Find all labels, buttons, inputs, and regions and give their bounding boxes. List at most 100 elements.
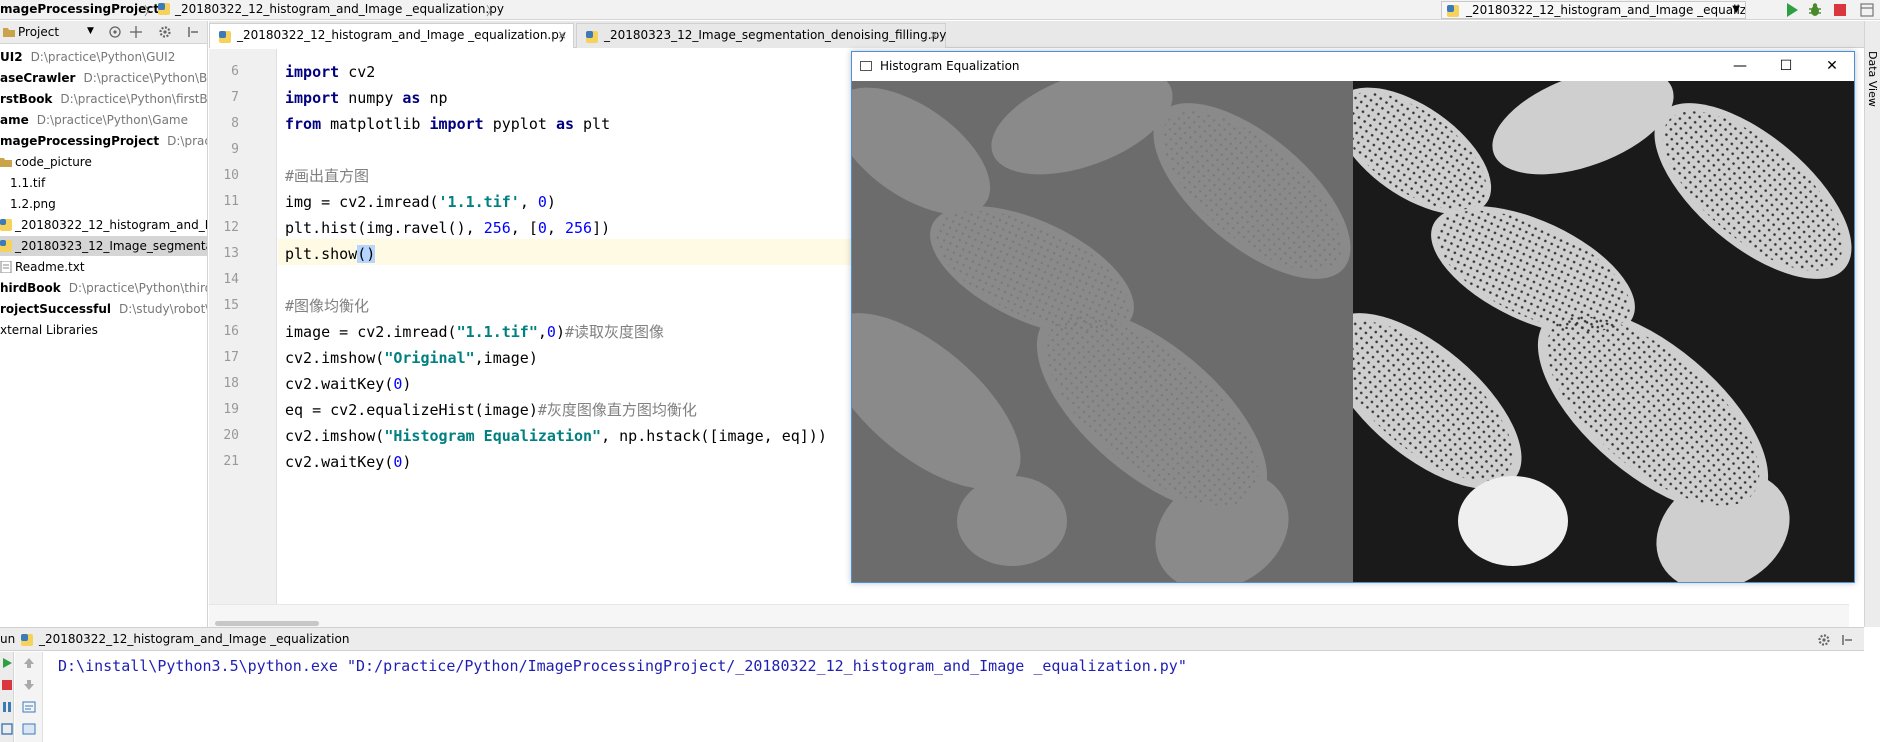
code-line: import numpy as np [285,89,448,107]
equalized-image [1324,67,1854,591]
line-number-gutter: 6 7 8 9 10 11 12 13 14 15 16 17 18 19 20… [209,49,277,627]
tree-item[interactable]: ame D:\practice\Python\Game [0,110,188,130]
gear-icon[interactable] [1817,633,1831,650]
python-file-icon [157,2,171,19]
scrollbar-thumb[interactable] [215,621,319,626]
collapse-icon[interactable] [129,25,143,39]
tab-label: _20180323_12_Image_segmentation_denoisin… [604,28,947,42]
breadcrumb-project[interactable]: mageProcessingProject [0,2,159,16]
print-icon[interactable] [22,722,36,736]
code-line: cv2.waitKey(0) [285,453,412,471]
horizontal-scrollbar[interactable] [209,604,1849,627]
code-line: plt.show() [285,245,376,263]
code-line: plt.hist(img.ravel(), 256, [0, 256]) [285,219,611,237]
python-file-icon [0,217,12,231]
arrow-down-icon[interactable] [22,678,36,692]
image-canvas [823,67,1854,591]
line-number: 6 [231,64,239,79]
project-panel-header: Project ▼ [0,21,207,44]
soft-wrap-icon[interactable] [22,700,36,714]
code-line: #画出直方图 [285,167,370,185]
hide-panel-icon[interactable] [1840,633,1854,650]
python-file-icon [20,633,34,650]
tree-item[interactable]: 1.2.png [10,194,56,214]
tree-item[interactable]: rstBook D:\practice\Python\firstBoo [0,89,207,109]
line-number: 16 [223,324,239,339]
arrow-up-icon[interactable] [22,656,36,670]
target-icon[interactable] [108,25,122,39]
run-configuration-select[interactable]: _20180322_12_histogram_and_Image _equali… [1441,1,1746,19]
tree-item[interactable]: xternal Libraries [0,320,98,340]
data-view-tab[interactable]: Data View [1866,51,1879,107]
breadcrumb-file[interactable]: _20180322_12_histogram_and_Image _equali… [175,2,504,16]
editor-tabs: _20180322_12_histogram_and_Image _equali… [209,21,1880,48]
pause-icon[interactable] [0,700,14,714]
python-file-icon [0,238,12,252]
window-title: Histogram Equalization [880,59,1020,73]
breadcrumb-separator: 〉 [144,4,157,18]
debug-icon[interactable] [1807,2,1823,18]
line-number: 9 [231,142,239,157]
line-number: 21 [223,454,239,469]
hide-panel-icon[interactable] [186,25,200,39]
layout-icon[interactable] [0,722,14,736]
line-number: 15 [223,298,239,313]
tree-item[interactable]: hirdBook D:\practice\Python\thirdB [0,278,207,298]
run-panel-header: un _20180322_12_histogram_and_Image _equ… [0,627,1864,651]
run-icon[interactable] [1784,2,1800,18]
code-line: #图像均衡化 [285,297,370,315]
tree-item[interactable]: aseCrawlerD:\practice\Python\Base [0,68,207,88]
layout-icon[interactable] [1859,2,1875,18]
line-number: 13 [223,246,239,261]
line-number: 20 [223,428,239,443]
tree-item[interactable]: Readme.txt [0,257,85,277]
tree-item[interactable]: UI2 D:\practice\Python\GUI2 [0,47,175,67]
folder-icon [0,154,12,167]
line-number: 10 [223,168,239,183]
close-button[interactable]: ✕ [1809,52,1855,81]
tab-histogram-equalization[interactable]: _20180322_12_histogram_and_Image _equali… [209,23,574,48]
window-app-icon [860,61,872,71]
code-line: img = cv2.imread('1.1.tif', 0) [285,193,556,211]
stop-icon[interactable] [0,678,14,692]
tree-item[interactable]: rojectSuccessfulD:\study\robot\大 [0,299,207,319]
line-number: 11 [223,194,239,209]
code-line: eq = cv2.equalizeHist(image)#灰度图像直方图均衡化 [285,401,697,419]
tab-image-segmentation[interactable]: _20180323_12_Image_segmentation_denoisin… [576,23,946,48]
project-panel: Project ▼ UI2 D:\practice\Python\GUI2 ase… [0,21,208,627]
line-number: 17 [223,350,239,365]
run-side-toolbar-secondary [15,652,43,742]
line-number: 14 [223,272,239,287]
tree-item[interactable]: 1.1.tif [10,173,45,193]
gear-icon[interactable] [158,25,172,39]
code-line: cv2.imshow("Histogram Equalization", np.… [285,427,827,445]
tree-item[interactable]: _20180323_12_Image_segmentatio [0,236,207,256]
close-icon[interactable]: × [557,24,567,47]
right-tool-strip: Data View [1864,21,1880,627]
folder-icon [2,25,16,39]
stop-icon[interactable] [1832,2,1848,18]
line-number: 18 [223,376,239,391]
run-console-output[interactable]: D:\install\Python3.5\python.exe "D:/prac… [58,657,1187,675]
line-number: 19 [223,402,239,417]
chevron-down-icon[interactable]: ▼ [87,26,94,36]
tab-label: _20180322_12_histogram_and_Image _equali… [237,28,566,42]
maximize-button[interactable]: ☐ [1763,52,1809,81]
window-titlebar[interactable]: Histogram Equalization — ☐ ✕ [852,52,1854,81]
code-line: cv2.waitKey(0) [285,375,412,393]
run-config-name[interactable]: _20180322_12_histogram_and_Image _equali… [39,632,349,646]
code-line: import cv2 [285,63,376,81]
minimize-button[interactable]: — [1717,52,1763,81]
tree-item[interactable]: _20180322_12_histogram_and_Ima [0,215,207,235]
close-icon[interactable]: × [929,24,939,47]
code-line: cv2.imshow("Original",image) [285,349,538,367]
rerun-icon[interactable] [0,656,14,670]
breadcrumb-separator: 〉 [486,4,499,18]
line-number: 8 [231,116,239,131]
python-file-icon [1446,4,1460,18]
run-configuration-label: _20180322_12_histogram_and_Image _equali… [1466,3,1746,17]
project-panel-title[interactable]: Project [18,25,59,39]
tree-item[interactable]: mageProcessingProjectD:\practice [0,131,207,151]
tree-item[interactable]: code_picture [0,152,92,172]
run-side-toolbar [0,652,14,742]
